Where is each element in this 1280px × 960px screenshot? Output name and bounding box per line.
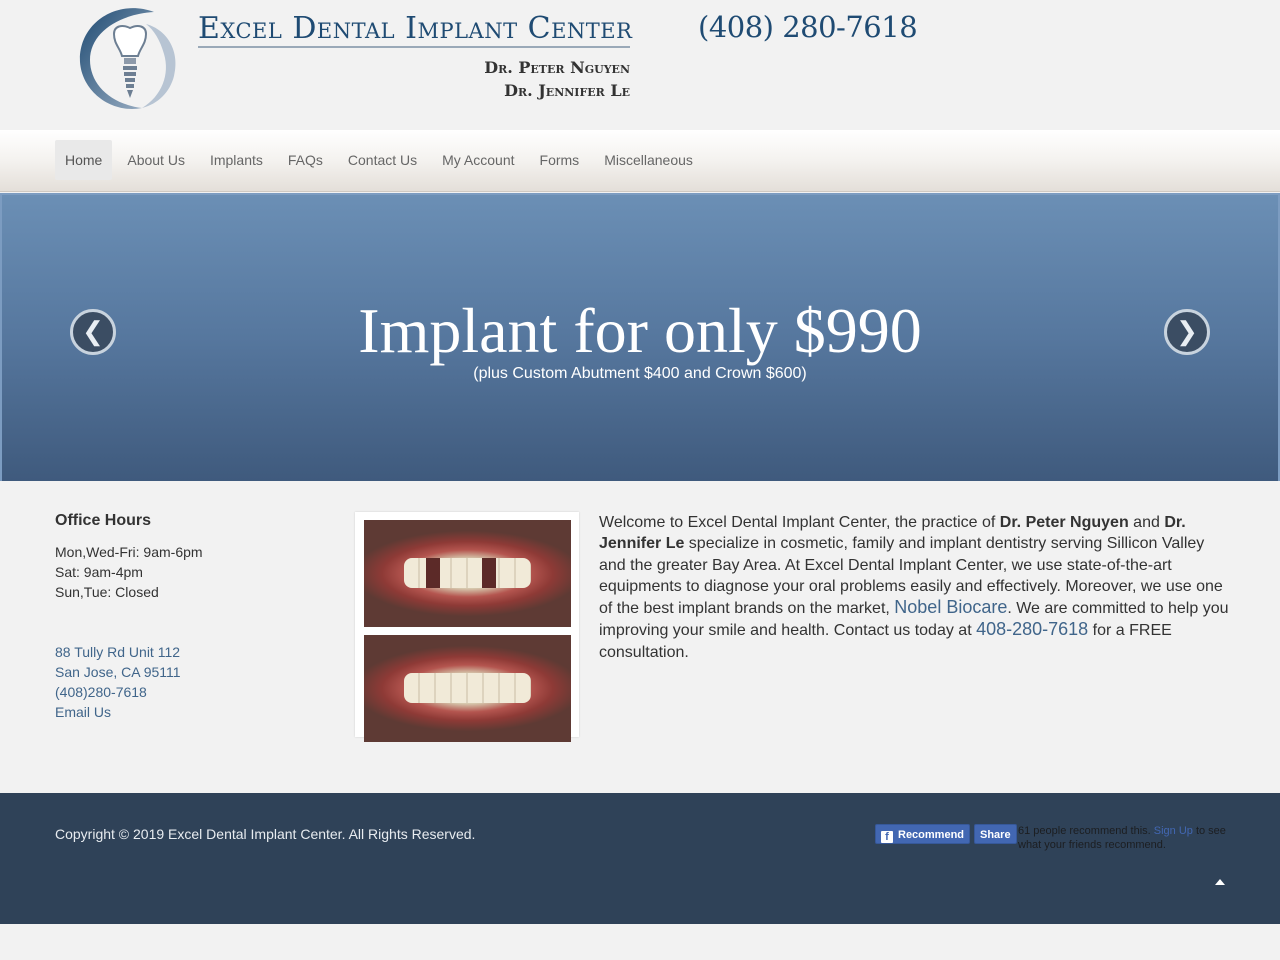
- hero-slider: ❮ Implant for only $990 (plus Custom Abu…: [0, 193, 1280, 481]
- after-smile-image: [364, 635, 571, 742]
- address-line-1-link[interactable]: 88 Tully Rd Unit 112: [55, 642, 181, 662]
- site-header: Excel Dental Implant Center Dr. Peter Ng…: [0, 0, 1280, 130]
- header-phone[interactable]: (408) 280-7618: [698, 10, 918, 44]
- facebook-social-text: 61 people recommend this. Sign Up to see…: [1018, 824, 1233, 852]
- facebook-recommend-button[interactable]: f Recommend: [875, 824, 971, 844]
- nav-item-my-account[interactable]: My Account: [432, 140, 524, 180]
- nav-item-about-us[interactable]: About Us: [117, 140, 195, 180]
- intro-text: and: [1128, 514, 1165, 531]
- chevron-right-icon[interactable]: ❯: [1164, 309, 1210, 355]
- doctor-name-2: Dr. Jennifer Le: [504, 81, 630, 100]
- hours-line: Mon,Wed-Fri: 9am-6pm: [55, 544, 203, 560]
- doctor-name-bold: Dr. Peter Nguyen: [999, 514, 1129, 531]
- hours-line: Sun,Tue: Closed: [55, 584, 159, 600]
- office-hours-title: Office Hours: [55, 512, 152, 529]
- tooth-implant-logo-icon[interactable]: [76, 4, 184, 116]
- facebook-share-button[interactable]: Share: [974, 824, 1017, 844]
- office-phone-link[interactable]: (408)280-7618: [55, 682, 181, 702]
- recommend-count: 61 people recommend this.: [1018, 825, 1154, 837]
- main-nav: Home About Us Implants FAQs Contact Us M…: [0, 130, 1280, 192]
- recommend-label: Recommend: [898, 829, 965, 841]
- nav-item-implants[interactable]: Implants: [200, 140, 273, 180]
- email-us-link[interactable]: Email Us: [55, 702, 181, 722]
- hours-line: Sat: 9am-4pm: [55, 564, 143, 580]
- doctor-name-1: Dr. Peter Nguyen: [484, 58, 630, 77]
- hero-headline: Implant for only $990: [358, 295, 922, 366]
- nav-item-home[interactable]: Home: [55, 140, 113, 180]
- intro-phone-link[interactable]: 408-280-7618: [976, 619, 1088, 639]
- before-smile-image: [364, 520, 571, 627]
- before-after-photo: [355, 512, 579, 742]
- site-title[interactable]: Excel Dental Implant Center: [198, 10, 632, 48]
- facebook-signup-link[interactable]: Sign Up: [1154, 825, 1193, 837]
- copyright-text: Copyright © 2019 Excel Dental Implant Ce…: [55, 826, 476, 842]
- facebook-icon: f: [881, 831, 893, 843]
- arrow-up-icon[interactable]: [1215, 879, 1225, 885]
- site-footer: Copyright © 2019 Excel Dental Implant Ce…: [0, 793, 1280, 924]
- contact-links: 88 Tully Rd Unit 112 San Jose, CA 95111 …: [55, 642, 181, 722]
- nav-item-contact-us[interactable]: Contact Us: [338, 140, 427, 180]
- intro-text: Welcome to Excel Dental Implant Center, …: [599, 514, 1000, 531]
- brand-block: Excel Dental Implant Center Dr. Peter Ng…: [198, 10, 632, 102]
- nobel-biocare-link[interactable]: Nobel Biocare: [894, 597, 1007, 617]
- office-hours-list: Mon,Wed-Fri: 9am-6pm Sat: 9am-4pm Sun,Tu…: [55, 542, 203, 602]
- nav-item-miscellaneous[interactable]: Miscellaneous: [594, 140, 703, 180]
- nav-item-forms[interactable]: Forms: [530, 140, 590, 180]
- hero-subline: (plus Custom Abutment $400 and Crown $60…: [473, 365, 807, 382]
- welcome-paragraph: Welcome to Excel Dental Implant Center, …: [599, 512, 1229, 663]
- nav-item-faqs[interactable]: FAQs: [278, 140, 333, 180]
- nav-list: Home About Us Implants FAQs Contact Us M…: [55, 140, 708, 180]
- address-line-2-link[interactable]: San Jose, CA 95111: [55, 662, 181, 682]
